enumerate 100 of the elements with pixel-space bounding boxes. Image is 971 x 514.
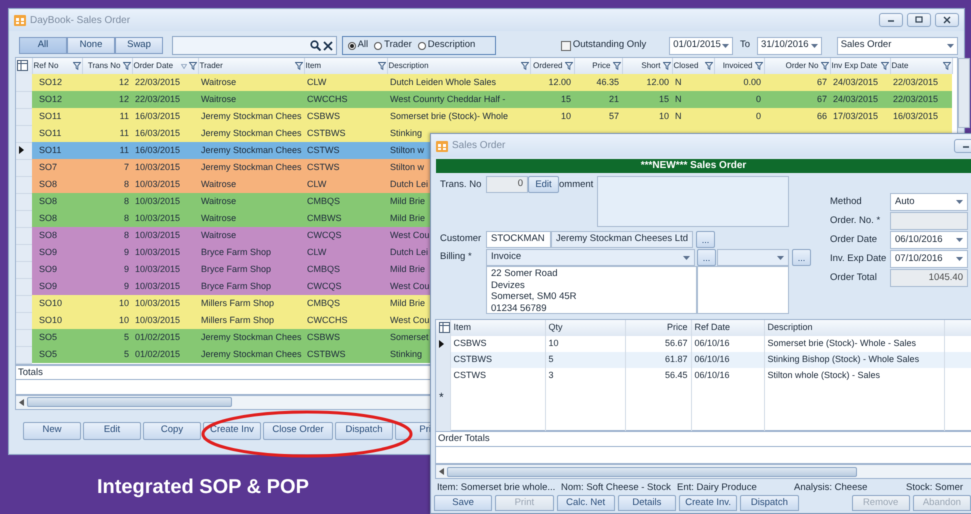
table-cell: 10/03/2015	[135, 246, 180, 257]
table-cell: 9	[124, 280, 129, 291]
table-cell: Waitrose	[201, 230, 236, 240]
table-cell: SO9	[39, 280, 58, 291]
table-cell: Jeremy Stockman Chees	[201, 332, 302, 342]
table-cell: Stinking	[390, 348, 422, 359]
status-text: Nom: Soft Cheese - Stock	[561, 481, 672, 495]
table-cell: Stilton whole (Stock) - Sales	[768, 370, 880, 380]
table-cell: 57	[608, 110, 619, 121]
table-cell: CWCCHS	[307, 314, 348, 325]
table-cell: 06/10/16	[694, 354, 730, 364]
table-cell: 15	[560, 94, 571, 104]
table-cell: Waitrose	[201, 76, 236, 87]
table-cell: 16/03/2015	[135, 144, 180, 155]
table-cell: Millers Farm Shop	[201, 314, 274, 325]
table-cell: 10/03/2015	[135, 280, 180, 291]
table-cell: Stilton w	[390, 162, 424, 172]
table-cell: 9	[124, 246, 129, 257]
table-cell: 7	[124, 162, 129, 172]
totals-label: Order Totals	[438, 433, 490, 444]
form-banner: ***NEW*** Sales Order	[436, 159, 971, 173]
table-cell: 10/03/2015	[135, 178, 180, 189]
table-cell: 0	[756, 110, 761, 121]
table-cell: 06/10/16	[694, 370, 730, 380]
table-cell: 46.35	[596, 76, 619, 87]
table-cell: 22/03/2015	[135, 76, 180, 87]
table-cell: 16/03/2015	[135, 110, 180, 121]
table-cell: CMBQS	[307, 196, 340, 206]
table-cell: CSBWS	[307, 332, 340, 342]
field-label: Method	[830, 194, 863, 209]
table-cell: CSTWS	[307, 144, 340, 155]
table-cell: 8	[124, 230, 129, 240]
table-cell: CSTBWS	[307, 128, 346, 138]
table-cell: SO11	[39, 144, 62, 155]
table-cell: 0	[756, 94, 761, 104]
table-cell: Somerset brie (Stock)- Whole - Sales	[768, 338, 916, 348]
status-text: Item: Somerset brie whole...	[437, 481, 556, 495]
table-cell: West Cou	[390, 280, 430, 291]
table-cell: SO7	[39, 162, 58, 172]
table-cell: Dutch Lei	[390, 246, 428, 257]
table-cell: Waitrose	[201, 212, 236, 223]
field-label: Order Total	[830, 270, 878, 285]
table-cell: Jeremy Stockman Chees	[201, 162, 302, 172]
table-cell: 11	[120, 144, 129, 155]
table-cell: Bryce Farm Shop	[201, 264, 272, 274]
table-cell: 66	[816, 110, 827, 121]
table-cell: Stilton w	[390, 144, 424, 155]
table-cell: 01/02/2015	[135, 348, 180, 359]
table-cell: Stinking	[390, 128, 422, 138]
table-cell: 10	[560, 110, 571, 121]
table-cell: 67	[816, 94, 827, 104]
table-cell: Mild Brie	[390, 298, 426, 308]
table-cell: CMBWS	[307, 212, 342, 223]
table-cell: CSTWS	[307, 162, 340, 172]
table-cell: 3	[548, 370, 554, 380]
status-text: Stock: Somer	[906, 481, 964, 495]
table-cell: 56.45	[664, 370, 688, 380]
table-cell: CLW	[307, 246, 326, 257]
field-label: Order. No. *	[830, 214, 882, 228]
table-cell: 12	[118, 94, 129, 104]
table-cell: 10/03/2015	[135, 298, 180, 308]
table-cell: 24/03/2015	[833, 76, 878, 87]
table-cell: SO12	[39, 94, 62, 104]
table-cell: 24/03/2015	[833, 94, 878, 104]
table-cell: SO11	[39, 110, 62, 121]
table-cell: Jeremy Stockman Chees	[201, 110, 302, 121]
table-cell: 10	[118, 298, 129, 308]
field-label: Inv. Exp Date	[830, 252, 888, 266]
table-cell: 10/03/2015	[135, 230, 180, 240]
table-cell: Mild Brie	[390, 264, 426, 274]
new-row-marker: *	[439, 390, 444, 404]
table-cell: Stinking Bishop (Stock) - Whole Sales	[768, 354, 920, 364]
table-cell: 10	[658, 110, 669, 121]
table-cell: CSTBWS	[307, 348, 346, 359]
table-cell: Jeremy Stockman Chees	[201, 348, 302, 359]
table-cell: 8	[124, 178, 129, 189]
table-cell: 16/03/2015	[135, 128, 180, 138]
table-cell: SO8	[39, 178, 58, 189]
table-cell: Mild Brie	[390, 196, 426, 206]
table-cell: 12.00	[548, 76, 571, 87]
table-cell: N	[675, 110, 682, 121]
table-cell: 22/03/2015	[893, 76, 938, 87]
table-cell: Bryce Farm Shop	[201, 246, 272, 257]
table-cell: Jeremy Stockman Chees	[201, 144, 302, 155]
table-cell: Waitrose	[201, 196, 236, 206]
table-cell: CWCQS	[307, 230, 342, 240]
table-cell: 10/03/2015	[135, 196, 180, 206]
table-cell: Mild Brie	[390, 212, 426, 223]
table-cell: SO11	[39, 128, 62, 138]
table-cell: Somerset	[390, 332, 429, 342]
table-cell: 67	[816, 76, 827, 87]
field-label: Trans. No	[440, 178, 482, 192]
table-cell: Dutch Lei	[390, 178, 428, 189]
table-cell: 12	[118, 76, 129, 87]
table-cell: 8	[124, 196, 129, 206]
table-cell: 5	[124, 348, 129, 359]
totals-label: Totals	[18, 366, 43, 378]
table-cell: 11	[120, 128, 129, 138]
table-cell: West Cou	[390, 314, 430, 325]
field-label: Billing *	[440, 250, 473, 264]
